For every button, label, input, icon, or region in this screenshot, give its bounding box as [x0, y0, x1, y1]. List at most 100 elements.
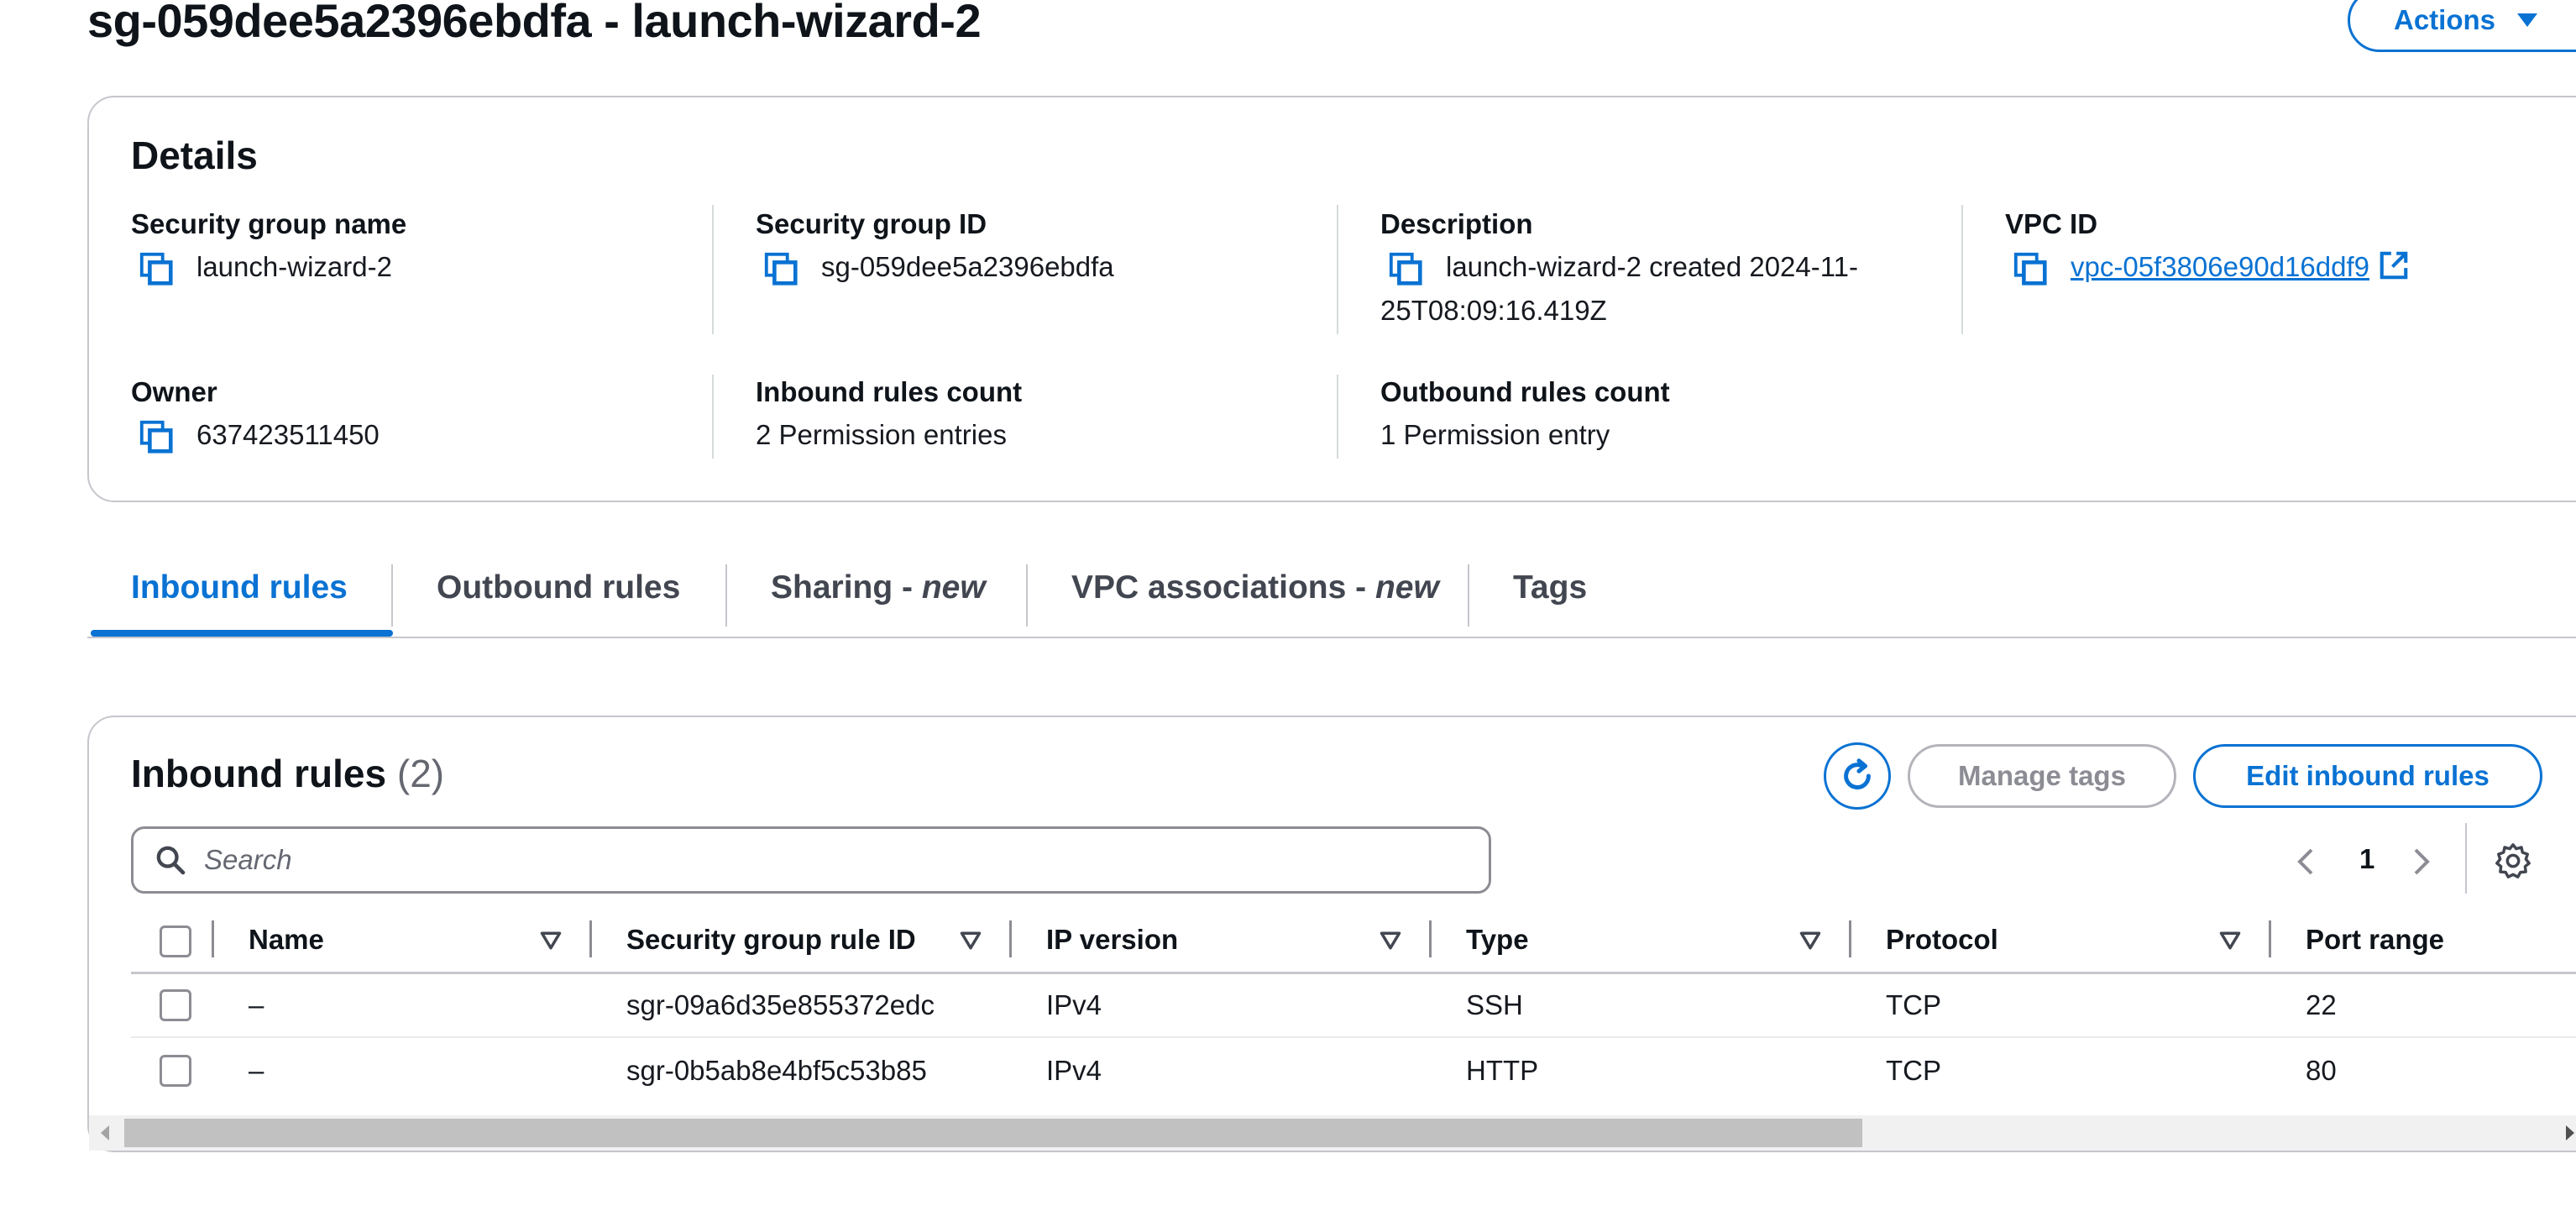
cell-port-range: 80 — [2306, 1055, 2337, 1086]
scroll-right-arrow-icon[interactable] — [2566, 1125, 2574, 1140]
details-panel — [87, 96, 2576, 502]
settings-icon[interactable] — [2494, 842, 2532, 880]
field-value: 1 Permission entry — [1380, 419, 1610, 450]
column-divider — [1337, 375, 1338, 459]
cell-name: – — [249, 989, 264, 1020]
tab-inbound-rules[interactable]: Inbound rules — [131, 569, 348, 606]
field-label: Description — [1380, 208, 1533, 239]
copy-icon[interactable] — [2012, 250, 2050, 289]
field-value: launch-wizard-2 — [196, 251, 392, 282]
column-header-name[interactable]: Name — [249, 924, 324, 956]
field-outbound-rules-count: Outbound rules count 1 Permission entry — [1380, 376, 1670, 455]
field-inbound-rules-count: Inbound rules count 2 Permission entries — [756, 376, 1022, 455]
field-value: 637423511450 — [196, 419, 380, 450]
tab-separator — [725, 564, 727, 627]
tab-tags[interactable]: Tags — [1513, 569, 1587, 606]
field-label: Owner — [131, 376, 217, 407]
table-row[interactable]: – sgr-0b5ab8e4bf5c53b85 IPv4 HTTP TCP 80 — [131, 1040, 2576, 1104]
horizontal-scrollbar[interactable] — [89, 1115, 2576, 1151]
select-all-checkbox[interactable] — [160, 925, 191, 957]
row-checkbox[interactable] — [160, 1055, 191, 1087]
field-label: Inbound rules count — [756, 376, 1023, 407]
sort-icon[interactable] — [539, 929, 563, 952]
cell-protocol: TCP — [1886, 989, 1941, 1020]
table-header: Name Security group rule ID IP version T… — [131, 912, 2576, 974]
tab-bar: Inbound rules Outbound rules Sharing - n… — [87, 554, 2576, 638]
pagination: 1 — [2292, 835, 2435, 885]
scroll-left-arrow-icon[interactable] — [101, 1125, 109, 1140]
tab-vpc-associations-label: VPC associations - — [1071, 569, 1375, 606]
pagination-divider — [2465, 823, 2467, 894]
scrollbar-thumb[interactable] — [124, 1119, 1862, 1147]
cell-rule-id: sgr-09a6d35e855372edc — [626, 989, 935, 1020]
field-owner: Owner 637423511450 — [131, 376, 380, 457]
actions-button[interactable]: Actions — [2348, 0, 2576, 52]
field-value: sg-059dee5a2396ebdfa — [821, 251, 1114, 282]
chevron-left-icon[interactable] — [2292, 845, 2321, 878]
column-divider — [1337, 205, 1338, 334]
page-title: sg-059dee5a2396ebdfa - launch-wizard-2 — [87, 0, 982, 47]
table-row[interactable]: – sgr-09a6d35e855372edc IPv4 SSH TCP 22 — [131, 974, 2576, 1038]
tab-sharing-label: Sharing - — [771, 569, 922, 606]
column-separator — [589, 920, 592, 957]
chevron-right-icon[interactable] — [2406, 845, 2435, 878]
row-checkbox[interactable] — [160, 989, 191, 1021]
cell-ip-version: IPv4 — [1046, 1055, 1102, 1086]
details-heading: Details — [131, 134, 258, 177]
column-header-ip-version[interactable]: IP version — [1046, 924, 1178, 956]
search-input[interactable]: Search — [131, 826, 1491, 894]
tab-outbound-rules[interactable]: Outbound rules — [437, 569, 680, 606]
field-label: Security group ID — [756, 208, 987, 239]
column-header-port-range[interactable]: Port range — [2306, 924, 2444, 956]
page-number[interactable]: 1 — [2359, 843, 2374, 875]
field-label: Security group name — [131, 208, 407, 239]
manage-tags-button[interactable]: Manage tags — [1908, 744, 2176, 808]
field-security-group-id: Security group ID sg-059dee5a2396ebdfa — [756, 208, 1114, 289]
cell-port-range: 22 — [2306, 989, 2337, 1020]
tab-vpc-associations[interactable]: VPC associations - new — [1071, 569, 1439, 606]
sort-icon[interactable] — [1798, 929, 1822, 952]
cell-protocol: TCP — [1886, 1055, 1941, 1086]
field-label: Outbound rules count — [1380, 376, 1670, 407]
actions-label: Actions — [2394, 4, 2496, 35]
sort-icon[interactable] — [959, 929, 982, 952]
tab-sharing-new: new — [921, 569, 986, 606]
tab-separator — [1468, 564, 1469, 627]
column-header-type[interactable]: Type — [1466, 924, 1529, 956]
edit-inbound-rules-button[interactable]: Edit inbound rules — [2193, 744, 2542, 808]
sort-icon[interactable] — [2218, 929, 2242, 952]
copy-icon[interactable] — [138, 250, 176, 289]
column-separator — [1009, 920, 1012, 957]
tab-vpc-associations-new: new — [1374, 569, 1439, 606]
copy-icon[interactable] — [138, 418, 176, 457]
column-separator — [1429, 920, 1432, 957]
column-header-protocol[interactable]: Protocol — [1886, 924, 1998, 956]
column-separator — [1849, 920, 1851, 957]
copy-icon[interactable] — [1387, 250, 1426, 289]
cell-type: SSH — [1466, 989, 1523, 1020]
column-header-rule-id[interactable]: Security group rule ID — [626, 924, 916, 956]
copy-icon[interactable] — [762, 250, 801, 289]
cell-type: HTTP — [1466, 1055, 1539, 1086]
cell-rule-id: sgr-0b5ab8e4bf5c53b85 — [626, 1055, 927, 1086]
refresh-button[interactable] — [1824, 742, 1891, 810]
inbound-rules-title: Inbound rules — [131, 752, 387, 795]
field-label: VPC ID — [2005, 208, 2098, 239]
cell-name: – — [249, 1055, 264, 1086]
refresh-icon — [1844, 758, 1871, 789]
field-value: 2 Permission entries — [756, 419, 1007, 450]
column-divider — [712, 205, 714, 334]
caret-down-icon — [2517, 13, 2538, 27]
column-divider — [1961, 205, 1963, 334]
description-value-line2: 25T08:09:16.419Z — [1380, 295, 1607, 326]
field-security-group-name: Security group name launch-wizard-2 — [131, 208, 406, 289]
vpc-id-link[interactable]: vpc-05f3806e90d16ddf9 — [2071, 247, 2410, 287]
search-icon — [156, 846, 186, 875]
inbound-rules-count: (2) — [396, 752, 445, 795]
field-vpc-id: VPC ID vpc-05f3806e90d16ddf9 — [2005, 208, 2410, 289]
tab-sharing[interactable]: Sharing - new — [771, 569, 986, 606]
sort-icon[interactable] — [1379, 929, 1402, 952]
inbound-rules-heading: Inbound rules (2) — [131, 751, 444, 796]
tab-separator — [1026, 564, 1028, 627]
tab-separator — [391, 564, 393, 627]
